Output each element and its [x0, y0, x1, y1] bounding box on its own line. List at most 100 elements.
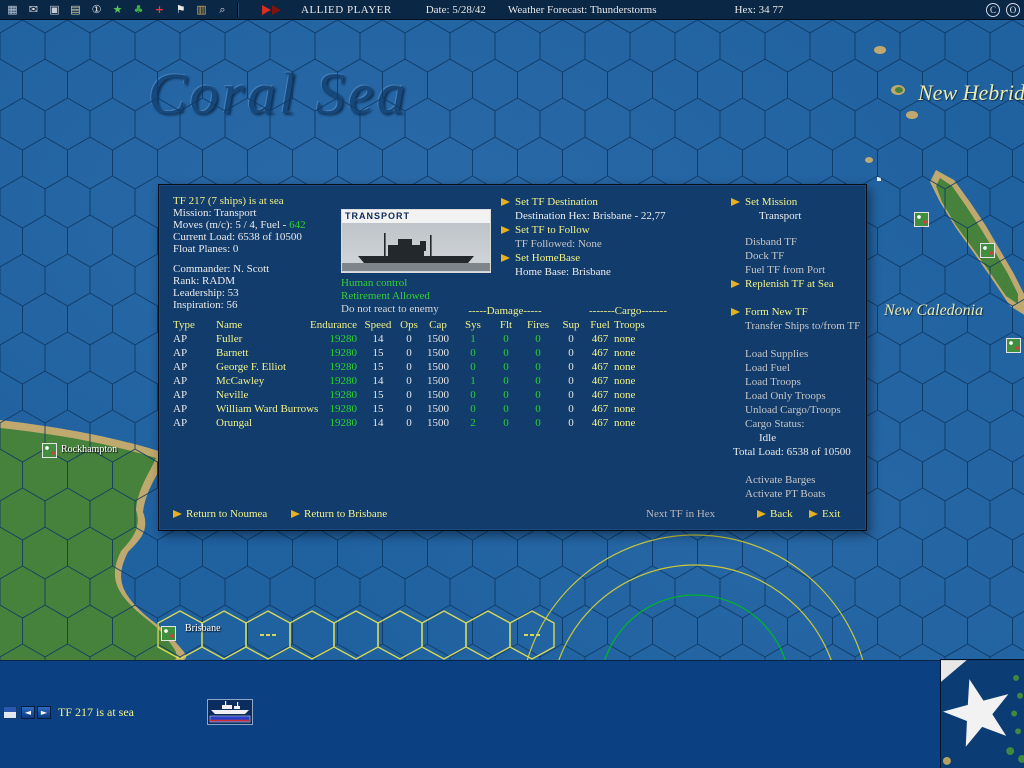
zoom-icon[interactable]: ⌕: [214, 2, 231, 17]
weather-label: Weather Forecast: Thunderstorms: [507, 3, 657, 16]
action-arrow-icon: [731, 280, 740, 288]
ship-table-row[interactable]: AP Barnett 19280 15 0 1500 0 0 0 0 467 none: [173, 346, 718, 360]
disband-tf-button[interactable]: Disband TF: [731, 235, 860, 249]
ship-table-row[interactable]: AP Fuller 19280 14 0 1500 1 0 0 0 467 none: [173, 332, 718, 346]
minimap[interactable]: [940, 659, 1024, 768]
tf-moves: Moves (m/c): 5 / 4, Fuel - 642: [173, 219, 306, 231]
col-troops: Troops: [614, 319, 645, 331]
col-endurance: Endurance: [309, 319, 357, 331]
base-icon-brisbane[interactable]: [161, 626, 176, 641]
control-mode-toggle[interactable]: Human control: [341, 277, 439, 290]
set-mission-button[interactable]: Set Mission: [731, 195, 860, 209]
tf-ship-icon[interactable]: [207, 699, 253, 725]
ship-flt-cell: 0: [503, 375, 509, 387]
ship-ops-cell: 0: [406, 375, 412, 387]
ship-flt-cell: 0: [503, 347, 509, 359]
activate-barges-button[interactable]: Activate Barges: [731, 473, 860, 487]
tf-current-load: Current Load: 6538 of 10500: [173, 231, 302, 243]
ship-ops-cell: 0: [406, 403, 412, 415]
col-fires: Fires: [527, 319, 549, 331]
ship-endurance-cell: 19280: [329, 403, 358, 415]
ship-name-cell: Neville: [216, 389, 249, 401]
load-troops-button[interactable]: Load Troops: [731, 375, 860, 389]
base-icon-island-1[interactable]: [914, 212, 929, 227]
label-new-hebrides: New Hebrides: [918, 80, 1024, 105]
ship-fuel-cell: 467: [591, 389, 609, 401]
dock-tf-button[interactable]: Dock TF: [731, 249, 860, 263]
ship-name-cell: Barnett: [216, 347, 249, 359]
ship-type-cell: AP: [173, 417, 188, 429]
col-flt: Flt: [499, 319, 513, 331]
ship-flt-cell: 0: [503, 417, 509, 429]
ship-speed-cell: 15: [372, 389, 384, 401]
ship-name-cell: William Ward Burrows: [216, 403, 319, 415]
base-icon-island-3[interactable]: [1006, 338, 1021, 353]
action-arrow-icon: [501, 254, 510, 262]
game-screen: ▦ ✉ ▣ ▤ ① ★ ♣ + ⚑ ▥ ⌕ ALLIED PLAYER Date…: [0, 0, 1024, 768]
load-fuel-button[interactable]: Load Fuel: [731, 361, 860, 375]
ship-cap-cell: 1500: [427, 347, 449, 359]
medical-icon[interactable]: +: [151, 2, 168, 17]
transfer-ships-button[interactable]: Transfer Ships to/from TF: [731, 319, 860, 333]
continue-turn-button[interactable]: [262, 4, 281, 15]
ship-table-row[interactable]: AP McCawley 19280 14 0 1500 1 0 0 0 467 none: [173, 374, 718, 388]
previous-tf-button[interactable]: ◄: [21, 706, 35, 719]
ship-cap-cell: 1500: [427, 375, 449, 387]
table-column-headers: Type Name Endurance Speed Ops Cap Sys Fl…: [173, 318, 718, 332]
ship-fuel-cell: 467: [591, 361, 609, 373]
unload-cargo-button[interactable]: Unload Cargo/Troops: [731, 403, 860, 417]
ship-table-row[interactable]: AP Neville 19280 15 0 1500 0 0 0 0 467 none: [173, 388, 718, 402]
ship-type-cell: AP: [173, 389, 188, 401]
return-to-noumea-button[interactable]: Return to Noumea: [173, 507, 267, 521]
load-supplies-button[interactable]: Load Supplies: [731, 347, 860, 361]
set-homebase-button[interactable]: Set HomeBase: [501, 251, 666, 265]
tree-icon[interactable]: ♣: [130, 2, 147, 17]
exit-button[interactable]: Exit: [809, 507, 840, 521]
mail-icon[interactable]: ✉: [25, 2, 42, 17]
tf-list-icon[interactable]: [3, 706, 17, 719]
ship-ops-cell: 0: [406, 417, 412, 429]
back-button[interactable]: Back: [757, 507, 793, 521]
return-to-brisbane-button[interactable]: Return to Brisbane: [291, 507, 387, 521]
ship-type-cell: AP: [173, 375, 188, 387]
next-tf-button[interactable]: ►: [37, 706, 51, 719]
ship-sup-cell: 0: [568, 361, 574, 373]
ship-speed-cell: 15: [372, 347, 384, 359]
grid-icon[interactable]: ▦: [4, 2, 21, 17]
retirement-toggle[interactable]: Retirement Allowed: [341, 290, 439, 303]
form-new-tf-button[interactable]: Form New TF: [731, 305, 860, 319]
set-destination-button[interactable]: Set TF Destination: [501, 195, 666, 209]
chart-icon[interactable]: ▥: [193, 2, 210, 17]
ship-speed-cell: 14: [372, 333, 384, 345]
ship-troops-cell: none: [614, 417, 636, 429]
tf-followed-value: TF Followed: None: [515, 238, 602, 250]
base-icon-island-2[interactable]: [980, 243, 995, 258]
clock-icon[interactable]: C: [986, 2, 1000, 17]
compass-icon[interactable]: O: [1006, 2, 1020, 17]
ship-table-row[interactable]: AP William Ward Burrows 19280 15 0 1500 0 0 0 0 46…: [173, 402, 718, 416]
action-arrow-icon: [173, 510, 182, 518]
ship-table-row[interactable]: AP George F. Elliot 19280 15 0 1500 0 0 0 0 467 non…: [173, 360, 718, 374]
set-follow-button[interactable]: Set TF to Follow: [501, 223, 666, 237]
ship-table-row[interactable]: AP Orungal 19280 14 0 1500 2 0 0 0 467 none: [173, 416, 718, 430]
ship-name-cell: Fuller: [216, 333, 243, 345]
action-arrow-icon: [731, 308, 740, 316]
load-only-troops-button[interactable]: Load Only Troops: [731, 389, 860, 403]
ship-endurance-cell: 19280: [329, 417, 358, 429]
activate-pt-boats-button[interactable]: Activate PT Boats: [731, 487, 860, 501]
calculator-icon[interactable]: ▤: [67, 2, 84, 17]
col-type: Type: [173, 319, 195, 331]
label-new-caledonia: New Caledonia: [884, 302, 984, 319]
flag-icon[interactable]: ⚑: [172, 2, 189, 17]
report-icon[interactable]: ①: [88, 2, 105, 17]
replenish-tf-button[interactable]: Replenish TF at Sea: [731, 277, 860, 291]
base-icon-rockhampton[interactable]: [42, 443, 57, 458]
ship-fuel-cell: 467: [591, 403, 609, 415]
save-icon[interactable]: ▣: [46, 2, 63, 17]
fuel-from-port-button[interactable]: Fuel TF from Port: [731, 263, 860, 277]
ship-cap-cell: 1500: [427, 417, 449, 429]
ship-name-cell: Orungal: [216, 417, 253, 429]
tf-title: TF 217 (7 ships) is at sea: [173, 195, 284, 207]
star-icon[interactable]: ★: [109, 2, 126, 17]
next-tf-in-hex-button[interactable]: Next TF in Hex: [646, 507, 715, 521]
